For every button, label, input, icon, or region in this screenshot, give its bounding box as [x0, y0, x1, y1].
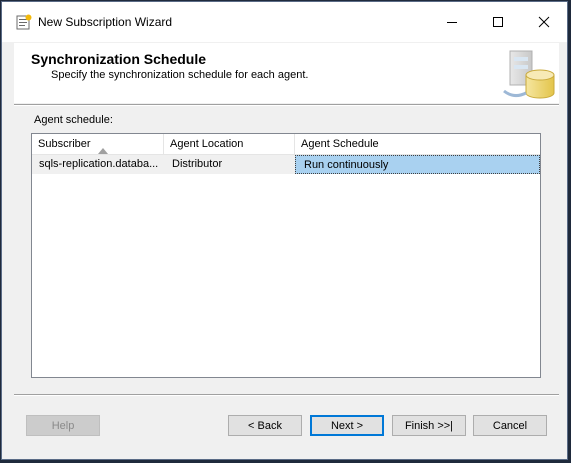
footer-divider — [14, 394, 559, 396]
page-title: Synchronization Schedule — [31, 51, 207, 67]
minimize-button[interactable] — [429, 2, 475, 42]
window-title: New Subscription Wizard — [38, 15, 173, 29]
column-header-label: Agent Schedule — [301, 138, 379, 150]
column-header-subscriber[interactable]: Subscriber — [32, 134, 164, 154]
next-button[interactable]: Next > — [310, 415, 384, 436]
maximize-icon — [493, 17, 503, 27]
cell-subscriber[interactable]: sqls-replication.databa... — [32, 155, 164, 174]
help-button[interactable]: Help — [26, 415, 100, 436]
cell-agent-schedule-dropdown[interactable]: Run continuously — [295, 155, 540, 174]
column-header-label: Subscriber — [38, 138, 91, 150]
agent-schedule-label: Agent schedule: — [34, 114, 113, 126]
wizard-app-icon — [16, 14, 32, 30]
minimize-icon — [447, 22, 457, 23]
wizard-page-header: Synchronization Schedule Specify the syn… — [14, 43, 559, 103]
database-schedule-icon — [500, 45, 556, 103]
close-button[interactable] — [521, 2, 567, 42]
column-header-label: Agent Location — [170, 138, 244, 150]
wizard-window: New Subscription Wizard Synchronization … — [1, 1, 568, 460]
close-icon — [538, 16, 550, 28]
table-row[interactable]: sqls-replication.databa... Distributor R… — [32, 155, 540, 174]
maximize-button[interactable] — [475, 2, 521, 42]
title-bar[interactable]: New Subscription Wizard — [2, 2, 567, 42]
column-header-agent-schedule[interactable]: Agent Schedule — [295, 134, 540, 154]
agent-schedule-grid[interactable]: Subscriber Agent Location Agent Schedule… — [31, 133, 541, 378]
column-header-agent-location[interactable]: Agent Location — [164, 134, 295, 154]
cancel-button[interactable]: Cancel — [473, 415, 547, 436]
page-subtitle: Specify the synchronization schedule for… — [51, 69, 309, 81]
header-divider — [14, 104, 559, 106]
grid-header-row: Subscriber Agent Location Agent Schedule — [32, 134, 540, 155]
cell-agent-location[interactable]: Distributor — [164, 155, 295, 174]
finish-button[interactable]: Finish >>| — [392, 415, 466, 436]
back-button[interactable]: < Back — [228, 415, 302, 436]
